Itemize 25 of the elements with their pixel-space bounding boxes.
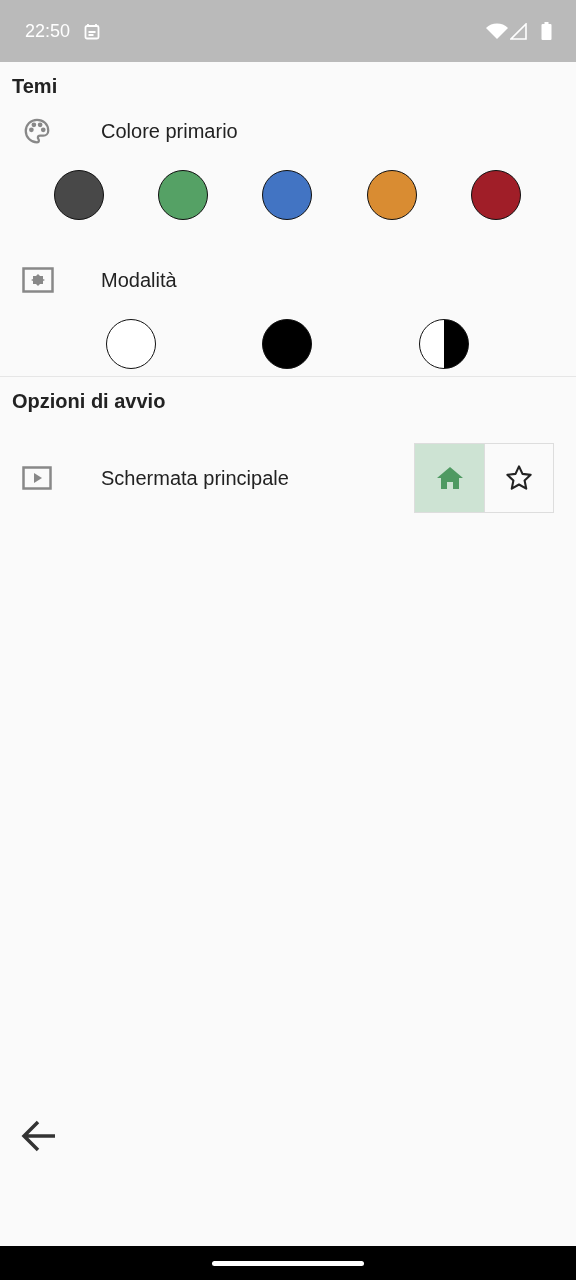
light-mode-swatch[interactable]	[106, 319, 157, 369]
wifi-icon	[486, 23, 508, 39]
setting-label: Modalità	[101, 268, 177, 292]
auto-mode-swatch[interactable]	[418, 319, 469, 369]
setting-label: Schermata principale	[101, 466, 289, 490]
color-swatch[interactable]	[54, 170, 105, 220]
color-swatch[interactable]	[158, 170, 209, 220]
palette-icon	[22, 116, 52, 146]
color-swatch[interactable]	[470, 170, 521, 220]
calendar-icon	[84, 22, 101, 40]
section-title: Temi	[11, 74, 59, 99]
color-swatch[interactable]	[262, 170, 313, 220]
section-title: Opzioni di avvio	[11, 389, 167, 414]
signal-icon	[510, 22, 527, 40]
home-icon	[435, 466, 464, 490]
play-icon	[22, 466, 52, 490]
dark-mode-swatch[interactable]	[262, 319, 313, 369]
brightness-icon	[22, 267, 54, 293]
color-swatch[interactable]	[366, 170, 417, 220]
setting-label: Colore primario	[101, 119, 238, 143]
star-icon	[505, 464, 533, 492]
status-time: 22:50	[25, 20, 71, 42]
toggle-option[interactable]	[415, 444, 484, 512]
battery-icon	[541, 22, 552, 40]
home-indicator[interactable]	[212, 1260, 364, 1266]
